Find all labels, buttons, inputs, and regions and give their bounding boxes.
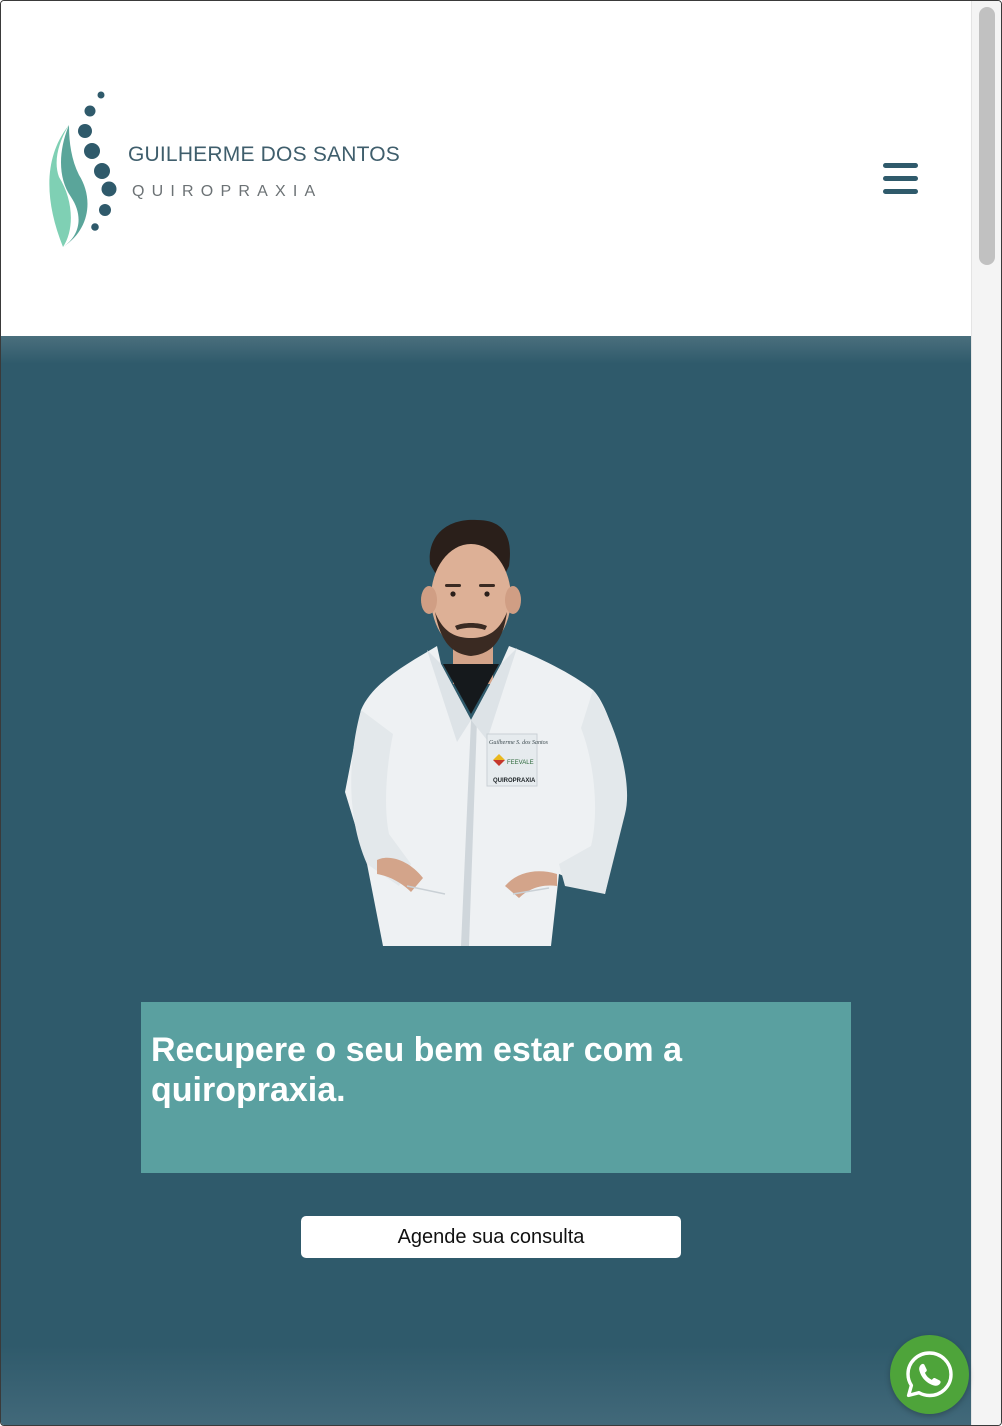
- headline-box: Recupere o seu bem estar com a quiroprax…: [141, 1002, 851, 1173]
- coat-badge-school: FEEVALE: [507, 760, 534, 766]
- site-logo[interactable]: GUILHERME DOS SANTOS QUIROPRAXIA: [49, 89, 400, 249]
- menu-bar: [883, 176, 918, 181]
- menu-bar: [883, 189, 918, 194]
- whatsapp-icon: [906, 1351, 953, 1398]
- schedule-appointment-button[interactable]: Agende sua consulta: [301, 1216, 681, 1258]
- spine-logo-icon: [49, 91, 117, 247]
- site-header: GUILHERME DOS SANTOS QUIROPRAXIA: [1, 1, 971, 336]
- whatsapp-button[interactable]: [890, 1335, 969, 1414]
- chiropractor-photo: Guilherme S. dos Santos FEEVALE QUIROPRA…: [345, 519, 628, 946]
- vertical-scrollbar[interactable]: [971, 1, 1001, 1425]
- browser-viewport: GUILHERME DOS SANTOS QUIROPRAXIA Guilher…: [0, 0, 1002, 1426]
- brand-subtitle: QUIROPRAXIA: [132, 183, 323, 200]
- scrollbar-thumb[interactable]: [979, 7, 995, 265]
- hero-headline: Recupere o seu bem estar com a quiroprax…: [151, 1031, 683, 1109]
- menu-bar: [883, 163, 918, 168]
- hamburger-menu-icon[interactable]: [877, 159, 925, 201]
- hero-section: Guilherme S. dos Santos FEEVALE QUIROPRA…: [1, 336, 971, 1425]
- brand-name: GUILHERME DOS SANTOS: [128, 143, 400, 166]
- coat-badge-title: QUIROPRAXIA: [493, 778, 536, 784]
- coat-badge-name: Guilherme S. dos Santos: [489, 740, 549, 746]
